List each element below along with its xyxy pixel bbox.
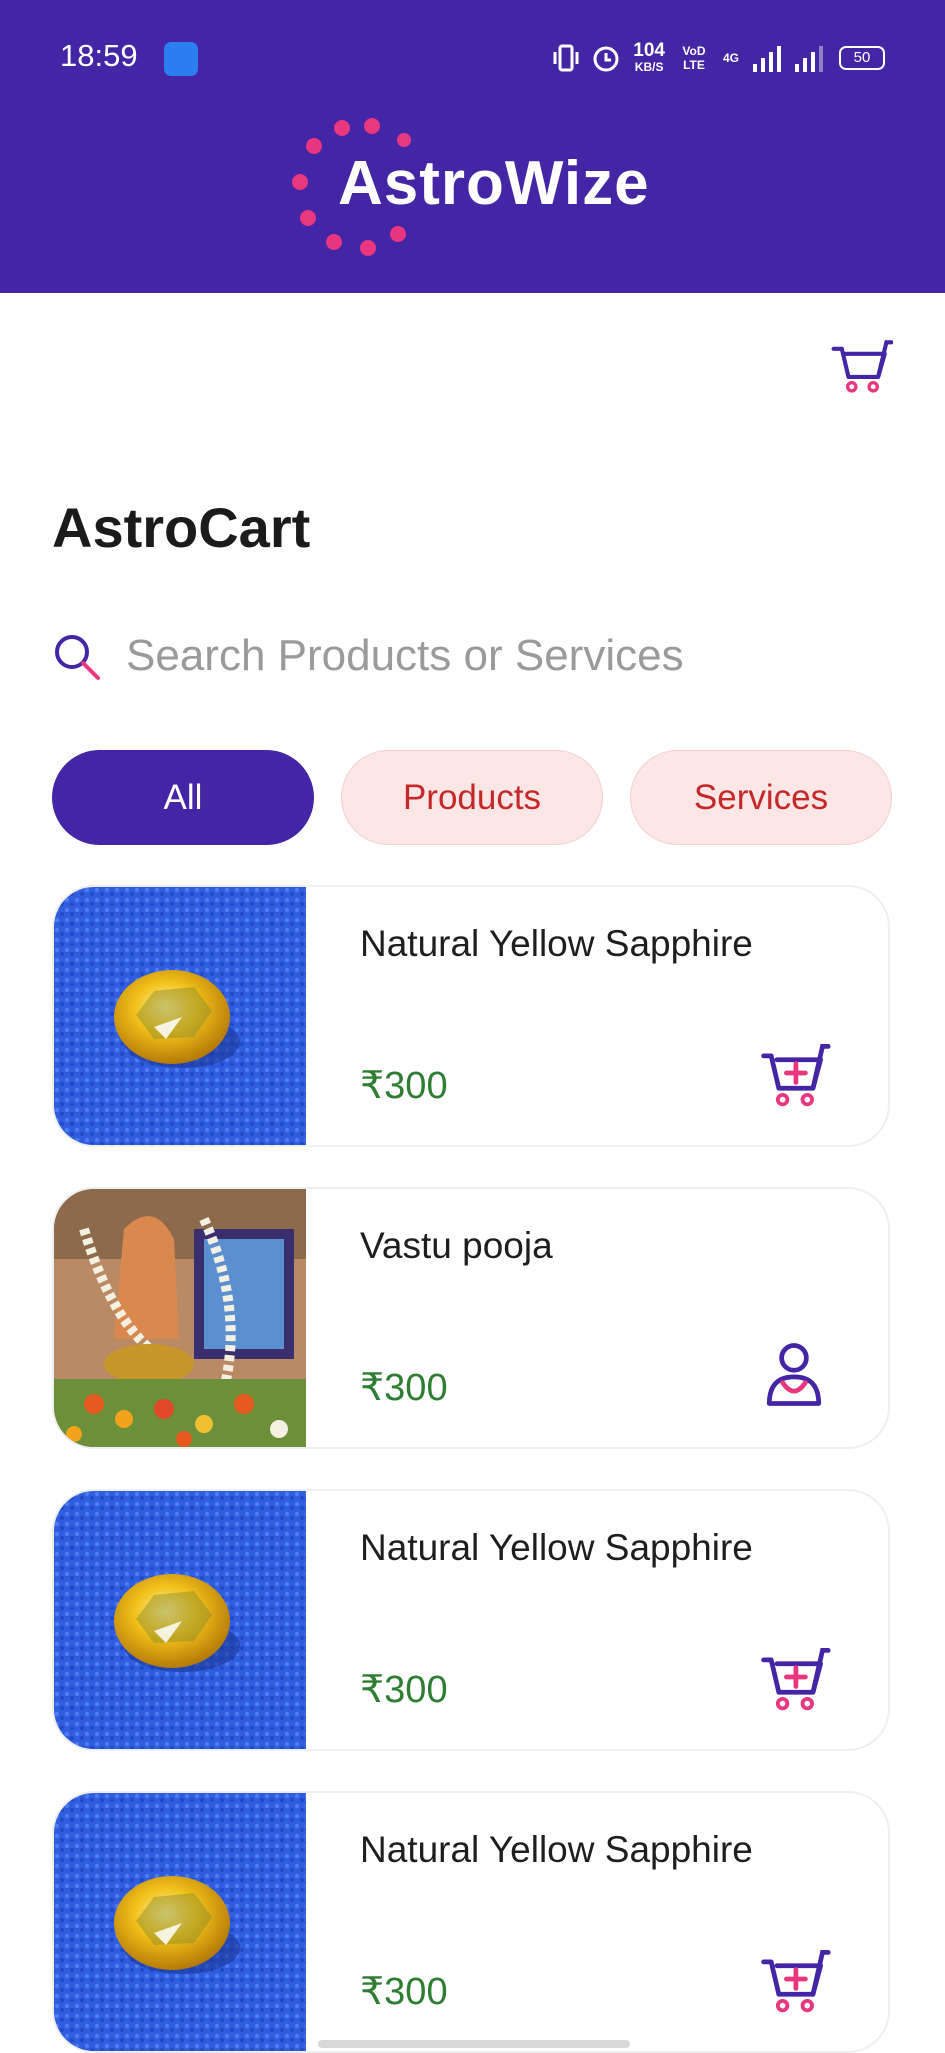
filter-chip-all[interactable]: All: [52, 750, 314, 845]
network-speed: 104 KB/S: [633, 40, 665, 74]
status-icons: 104 KB/S VoD LTE 4G 50: [553, 38, 885, 78]
android-notification-icon: [164, 42, 198, 76]
add-to-cart-icon[interactable]: [756, 1941, 832, 2017]
yellow-sapphire-image: [54, 1793, 306, 2053]
volte-indicator: VoD LTE: [682, 44, 706, 72]
search-bar[interactable]: [52, 624, 892, 688]
page-title: AstroCart: [52, 496, 311, 559]
product-price: ₹300: [360, 1971, 448, 2013]
signal-icon-2: [795, 46, 823, 72]
filter-chip-services[interactable]: Services: [630, 750, 892, 845]
search-input[interactable]: [126, 624, 886, 688]
scroll-indicator: [318, 2040, 630, 2048]
service-card[interactable]: Vastu pooja ₹300: [52, 1187, 890, 1449]
yellow-sapphire-image: [54, 1491, 306, 1751]
vibrate-icon: [553, 44, 579, 72]
product-card[interactable]: Natural Yellow Sapphire ₹300: [52, 885, 890, 1147]
product-card[interactable]: Natural Yellow Sapphire ₹300: [52, 1791, 890, 2053]
add-to-cart-icon[interactable]: [756, 1639, 832, 1715]
filter-chip-label: All: [163, 777, 203, 817]
product-price: ₹300: [360, 1065, 448, 1107]
search-icon: [55, 635, 100, 680]
app-header: 18:59 104 KB/S VoD LTE 4G 50 AstroWize: [0, 0, 945, 293]
filter-chip-label: Products: [402, 777, 542, 817]
filter-chip-products[interactable]: Products: [341, 750, 603, 845]
person-icon[interactable]: [756, 1337, 832, 1413]
product-card[interactable]: Natural Yellow Sapphire ₹300: [52, 1489, 890, 1751]
alarm-icon: [593, 46, 619, 72]
cart-icon[interactable]: [824, 334, 896, 400]
product-price: ₹300: [360, 1669, 448, 1711]
filter-chip-label: Services: [693, 777, 829, 817]
service-price: ₹300: [360, 1367, 448, 1409]
product-title: Natural Yellow Sapphire: [360, 1829, 753, 1870]
yellow-sapphire-image: [54, 887, 306, 1147]
product-title: Natural Yellow Sapphire: [360, 923, 753, 964]
brand-logo-text: AstroWize: [338, 149, 650, 218]
status-time: 18:59: [60, 38, 138, 73]
product-title: Natural Yellow Sapphire: [360, 1527, 753, 1568]
vastu-pooja-image: [54, 1189, 306, 1449]
add-to-cart-icon[interactable]: [756, 1035, 832, 1111]
signal-icon: [753, 46, 781, 72]
service-title: Vastu pooja: [360, 1225, 553, 1266]
battery-indicator: 50: [839, 46, 885, 70]
network-type: 4G: [722, 51, 739, 65]
